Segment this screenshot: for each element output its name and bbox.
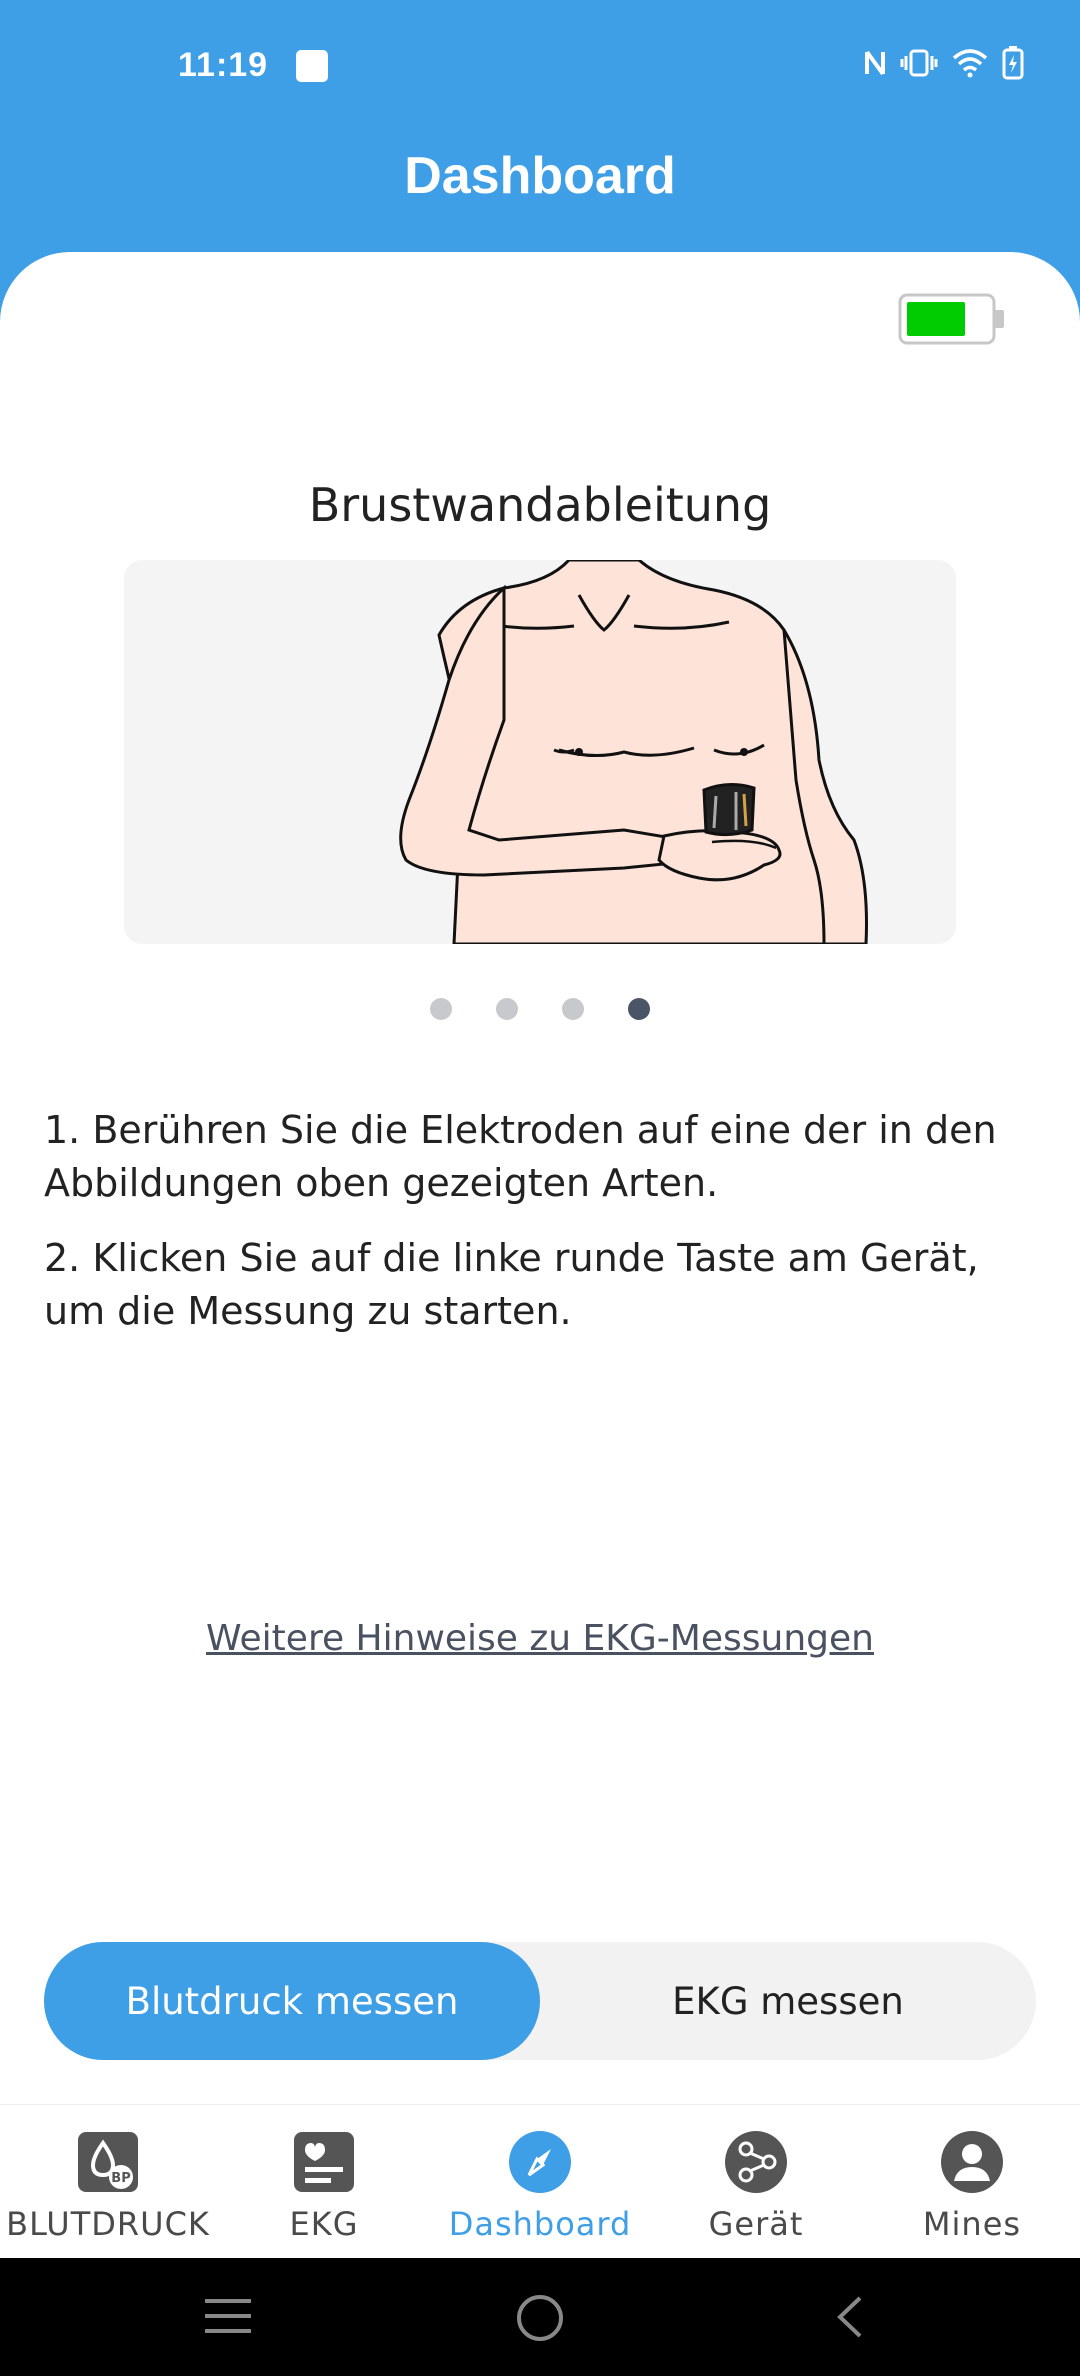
measure-ekg-button[interactable]: EKG messen bbox=[540, 1942, 1036, 2060]
home-icon[interactable] bbox=[514, 2292, 566, 2344]
nav-item-mines[interactable]: Mines bbox=[864, 2105, 1080, 2259]
carousel-dot-1[interactable] bbox=[430, 998, 452, 1020]
notification-icon bbox=[296, 50, 328, 82]
svg-text:BP: BP bbox=[111, 2171, 130, 2186]
back-icon[interactable] bbox=[834, 2294, 864, 2340]
measure-bp-button[interactable]: Blutdruck messen bbox=[44, 1942, 540, 2060]
system-nav-bar bbox=[0, 2258, 1080, 2376]
bottom-nav: BP BLUTDRUCK EKG Dashboard Gerät Mines bbox=[0, 2104, 1080, 2259]
instruction-step-2: 2. Klicken Sie auf die linke runde Taste… bbox=[44, 1236, 979, 1333]
nfc-icon bbox=[865, 50, 885, 76]
status-icons bbox=[864, 46, 1024, 80]
nav-label-mines: Mines bbox=[922, 2205, 1022, 2243]
battery-charging-icon bbox=[1002, 46, 1024, 80]
nav-label-ekg: EKG bbox=[289, 2205, 359, 2243]
chest-lead-drawing bbox=[399, 560, 868, 944]
carousel-indicator[interactable] bbox=[0, 998, 1080, 1020]
nav-item-ekg[interactable]: EKG bbox=[216, 2105, 432, 2259]
nav-item-dashboard[interactable]: Dashboard bbox=[432, 2105, 648, 2259]
slide-title: Brustwandableitung bbox=[308, 478, 772, 532]
measure-mode-toggle: Blutdruck messen EKG messen bbox=[44, 1942, 1036, 2060]
carousel-dot-3[interactable] bbox=[562, 998, 584, 1020]
nav-label-dashboard: Dashboard bbox=[448, 2205, 632, 2243]
carousel-dot-4[interactable] bbox=[628, 998, 650, 1020]
wifi-icon bbox=[952, 49, 988, 78]
battery-fill bbox=[907, 302, 965, 336]
instruction-step-1: 1. Berühren Sie die Elektroden auf eine … bbox=[44, 1108, 997, 1205]
carousel-dot-2[interactable] bbox=[496, 998, 518, 1020]
device-connection-icon bbox=[725, 2131, 787, 2193]
page-title: Dashboard bbox=[404, 147, 676, 205]
instructions: 1. Berühren Sie die Elektroden auf eine … bbox=[44, 1104, 1044, 1360]
blood-pressure-icon: BP bbox=[78, 2132, 138, 2192]
compass-icon bbox=[509, 2131, 571, 2193]
status-time: 11:19 bbox=[178, 46, 269, 84]
nav-label-geraet: Gerät bbox=[708, 2205, 804, 2243]
recent-apps-icon[interactable] bbox=[203, 2296, 253, 2336]
ekg-icon bbox=[294, 2132, 354, 2192]
profile-icon bbox=[941, 2131, 1003, 2193]
more-info-link[interactable]: Weitere Hinweise zu EKG-Messungen bbox=[0, 1618, 1080, 1659]
ekg-illustration[interactable] bbox=[124, 560, 956, 944]
battery-icon bbox=[898, 293, 1004, 345]
nav-label-blutdruck: BLUTDRUCK bbox=[6, 2205, 210, 2243]
nav-item-blutdruck[interactable]: BP BLUTDRUCK bbox=[0, 2105, 216, 2259]
nav-item-geraet[interactable]: Gerät bbox=[648, 2105, 864, 2259]
status-bar: 11:19 bbox=[0, 0, 1080, 132]
vibrate-icon bbox=[900, 49, 938, 77]
